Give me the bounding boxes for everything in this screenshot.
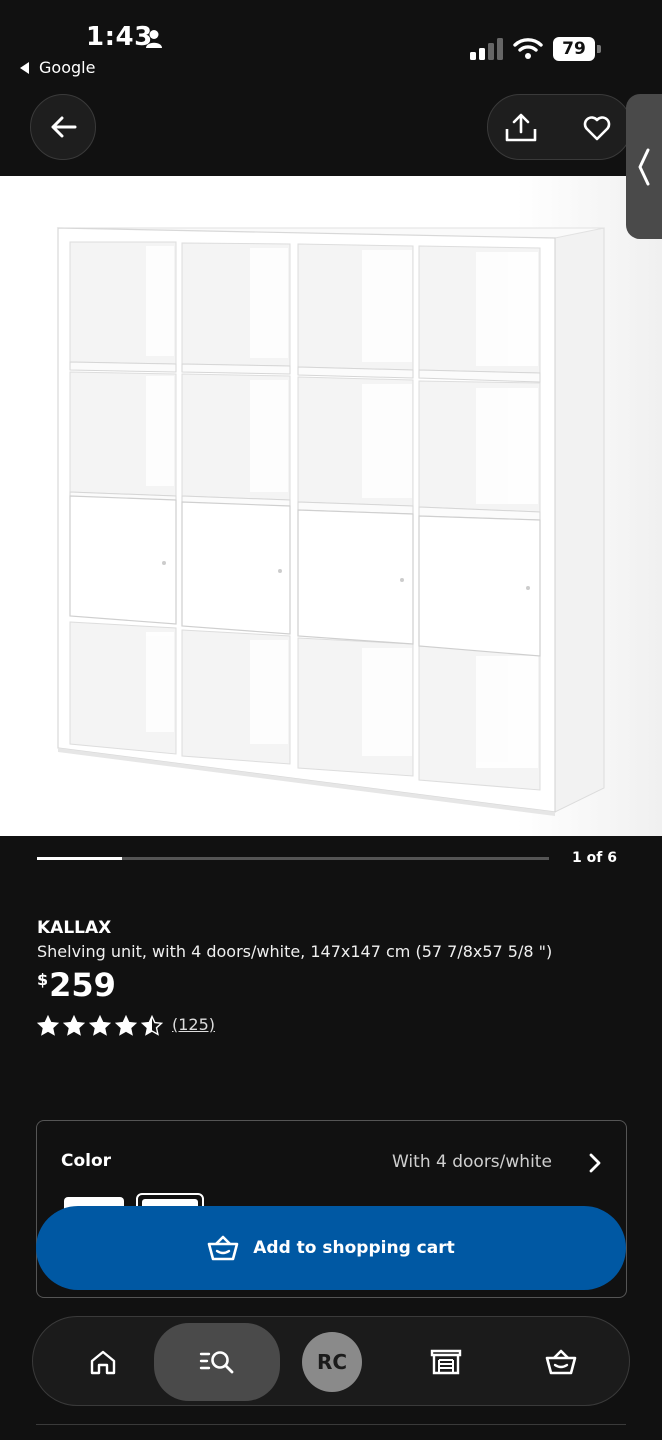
back-app-label: Google	[39, 58, 96, 77]
back-triangle-icon	[20, 61, 29, 74]
store-icon	[430, 1349, 462, 1375]
cart-icon	[545, 1349, 577, 1375]
battery-indicator: 79	[553, 37, 601, 61]
price-amount: 259	[49, 966, 116, 1004]
add-to-cart-label: Add to shopping cart	[253, 1238, 455, 1258]
product-image[interactable]	[0, 176, 662, 836]
star-full-icon	[37, 1015, 59, 1036]
share-icon	[505, 113, 537, 142]
product-name: KALLAX	[37, 918, 112, 938]
price-currency: $	[37, 970, 49, 989]
star-full-icon	[63, 1015, 85, 1036]
basket-icon	[207, 1235, 239, 1261]
chevron-left-icon	[638, 148, 650, 185]
shelving-unit-illustration	[56, 227, 605, 816]
home-icon	[90, 1350, 116, 1375]
favorite-button[interactable]	[576, 107, 618, 149]
gallery-counter: 1 of 6	[572, 850, 617, 866]
product-price: $ 259	[37, 966, 116, 1004]
chevron-right-icon	[589, 1153, 601, 1173]
star-full-icon	[115, 1015, 137, 1036]
gallery-progress	[37, 857, 549, 860]
battery-level: 79	[553, 37, 595, 61]
status-time: 1:43	[86, 22, 153, 52]
side-panel-tab[interactable]	[626, 94, 662, 239]
nav-profile[interactable]: RC	[301, 1327, 363, 1397]
nav-search[interactable]	[154, 1323, 280, 1401]
color-value: With 4 doors/white	[392, 1152, 552, 1172]
star-half-icon	[141, 1015, 163, 1036]
avatar: RC	[302, 1332, 362, 1392]
nav-cart[interactable]	[531, 1327, 591, 1397]
status-bar: 1:43 Google 79	[0, 0, 662, 90]
product-description: Shelving unit, with 4 doors/white, 147x1…	[37, 942, 553, 961]
bottom-navigation: RC	[32, 1316, 630, 1406]
back-to-app-link[interactable]: Google	[20, 58, 95, 77]
wifi-icon	[513, 38, 543, 59]
divider	[36, 1424, 626, 1425]
star-full-icon	[89, 1015, 111, 1036]
nav-home[interactable]	[73, 1327, 133, 1397]
search-icon	[199, 1351, 234, 1374]
review-count-link[interactable]: (125)	[172, 1015, 215, 1034]
heart-icon	[583, 116, 611, 141]
arrow-left-icon	[51, 116, 77, 138]
gallery-progress-fill	[37, 857, 122, 860]
back-button[interactable]	[30, 94, 96, 160]
header-actions	[487, 94, 632, 160]
color-label: Color	[61, 1151, 112, 1171]
person-icon	[146, 30, 162, 48]
rating-stars[interactable]	[37, 1015, 163, 1037]
add-to-cart-button[interactable]: Add to shopping cart	[36, 1206, 626, 1290]
nav-stores[interactable]	[416, 1327, 476, 1397]
share-button[interactable]	[500, 107, 542, 149]
cellular-signal-icon	[470, 38, 503, 60]
